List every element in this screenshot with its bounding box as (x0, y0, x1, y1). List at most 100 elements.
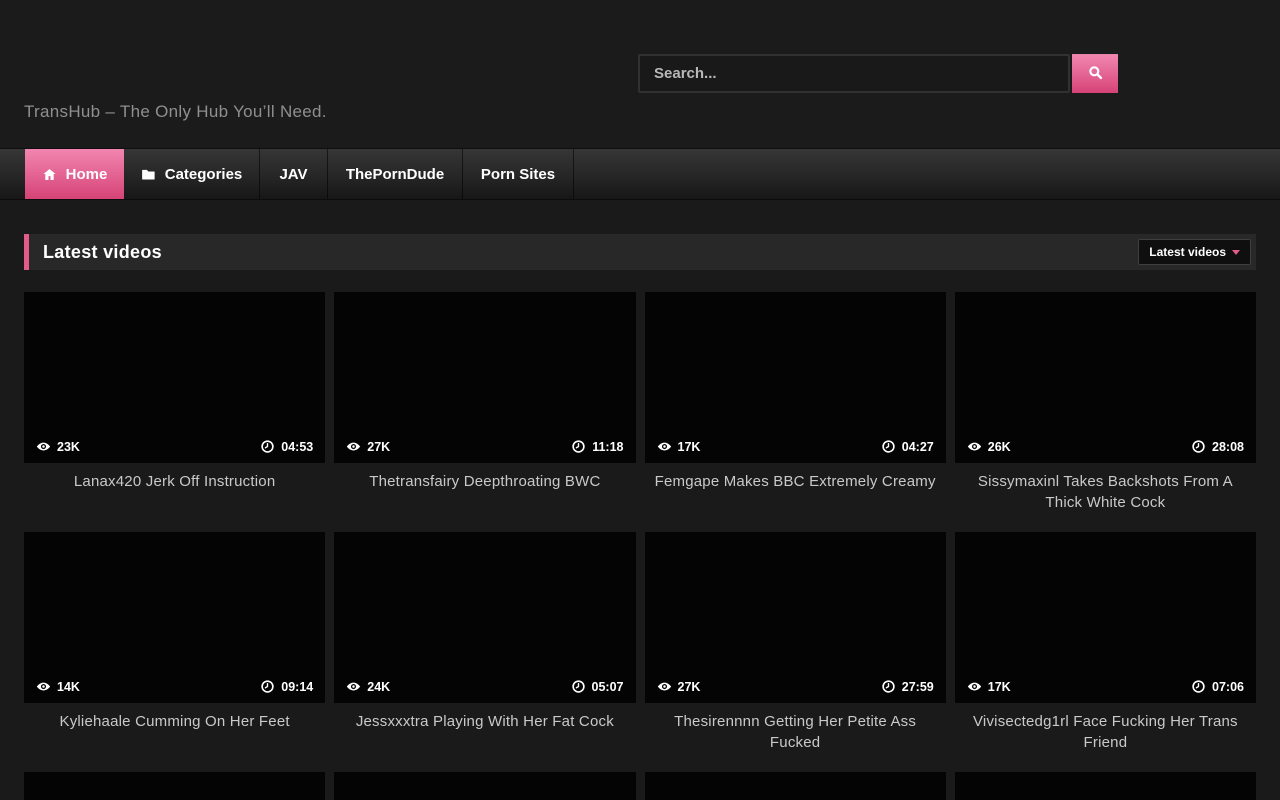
views-count: 27K (346, 439, 390, 454)
clock-icon (571, 679, 586, 694)
video-card[interactable]: 17K 07:06 Vivisectedg1rl Face Fucking Her … (955, 532, 1256, 772)
video-title[interactable]: Sissymaxinl Takes Backshots From A Thick… (955, 471, 1256, 513)
main-content: Latest videos Latest videos 23K 04:53 Lana… (24, 234, 1256, 800)
video-card-partial[interactable] (334, 772, 635, 800)
video-stats: 17K 04:27 (645, 439, 946, 463)
search-form (638, 54, 1118, 93)
video-card[interactable]: 27K 11:18 Thetransfairy Deepthroating BWC (334, 292, 635, 532)
section-header: Latest videos Latest videos (24, 234, 1256, 270)
video-title[interactable]: Jessxxxtra Playing With Her Fat Cock (334, 711, 635, 732)
views-count-value: 24K (367, 680, 390, 694)
eye-icon (346, 679, 361, 694)
eye-icon (657, 439, 672, 454)
nav-tab-theporndude[interactable]: ThePornDude (328, 149, 463, 199)
clock-icon (260, 439, 275, 454)
duration-value: 07:06 (1212, 680, 1244, 694)
search-icon (1087, 64, 1104, 84)
duration: 05:07 (571, 679, 624, 694)
views-count-value: 17K (678, 440, 701, 454)
clock-icon (571, 439, 586, 454)
video-thumbnail[interactable] (334, 772, 635, 800)
nav-tab-categories[interactable]: Categories (124, 149, 260, 199)
views-count: 23K (36, 439, 80, 454)
video-card-partial[interactable] (955, 772, 1256, 800)
video-thumbnail[interactable]: 17K 04:27 (645, 292, 946, 463)
clock-icon (260, 679, 275, 694)
nav-tab-label: ThePornDude (346, 166, 444, 183)
duration-value: 09:14 (281, 680, 313, 694)
video-card-partial[interactable] (24, 772, 325, 800)
video-card[interactable]: 27K 27:59 Thesirennnn Getting Her Petite A… (645, 532, 946, 772)
eye-icon (36, 439, 51, 454)
video-stats: 24K 05:07 (334, 679, 635, 703)
eye-icon (657, 679, 672, 694)
video-title[interactable]: Thetransfairy Deepthroating BWC (334, 471, 635, 492)
search-input[interactable] (638, 54, 1070, 93)
video-thumbnail[interactable]: 27K 11:18 (334, 292, 635, 463)
views-count-value: 14K (57, 680, 80, 694)
duration-value: 27:59 (902, 680, 934, 694)
duration: 04:53 (260, 439, 313, 454)
video-thumbnail[interactable]: 27K 27:59 (645, 532, 946, 703)
video-card[interactable]: 26K 28:08 Sissymaxinl Takes Backshots From… (955, 292, 1256, 532)
nav-tab-jav[interactable]: JAV (260, 149, 328, 199)
video-stats: 27K 11:18 (334, 439, 635, 463)
video-card[interactable]: 23K 04:53 Lanax420 Jerk Off Instruction (24, 292, 325, 532)
eye-icon (346, 439, 361, 454)
video-title[interactable]: Kyliehaale Cumming On Her Feet (24, 711, 325, 732)
video-grid: 23K 04:53 Lanax420 Jerk Off Instruction 27K… (24, 292, 1256, 800)
nav-tab-label: Categories (165, 166, 243, 183)
views-count-value: 27K (367, 440, 390, 454)
duration-value: 04:53 (281, 440, 313, 454)
clock-icon (881, 439, 896, 454)
video-card-partial[interactable] (645, 772, 946, 800)
duration-value: 04:27 (902, 440, 934, 454)
nav-tab-label: JAV (279, 166, 307, 183)
video-thumbnail[interactable]: 14K 09:14 (24, 532, 325, 703)
clock-icon (1191, 679, 1206, 694)
views-count: 26K (967, 439, 1011, 454)
section-title: Latest videos (43, 242, 162, 263)
eye-icon (967, 439, 982, 454)
duration-value: 11:18 (592, 440, 623, 454)
duration: 04:27 (881, 439, 934, 454)
video-thumbnail[interactable]: 26K 28:08 (955, 292, 1256, 463)
views-count: 17K (967, 679, 1011, 694)
video-title[interactable]: Lanax420 Jerk Off Instruction (24, 471, 325, 492)
search-button[interactable] (1072, 54, 1118, 93)
views-count: 27K (657, 679, 701, 694)
nav-tab-porn-sites[interactable]: Porn Sites (463, 149, 574, 199)
video-card[interactable]: 17K 04:27 Femgape Makes BBC Extremely Crea… (645, 292, 946, 532)
duration: 27:59 (881, 679, 934, 694)
video-title[interactable]: Vivisectedg1rl Face Fucking Her Trans Fr… (955, 711, 1256, 753)
duration: 28:08 (1191, 439, 1244, 454)
video-title[interactable]: Thesirennnn Getting Her Petite Ass Fucke… (645, 711, 946, 753)
main-nav: Home Categories JAV ThePornDude Porn Sites (0, 148, 1280, 200)
video-stats: 23K 04:53 (24, 439, 325, 463)
nav-tab-label: Home (66, 166, 108, 183)
video-thumbnail[interactable] (955, 772, 1256, 800)
video-thumbnail[interactable] (24, 772, 325, 800)
caret-down-icon (1232, 250, 1240, 255)
page: TransHub – The Only Hub You’ll Need. Hom… (0, 0, 1280, 800)
sort-dropdown-button[interactable]: Latest videos (1138, 239, 1251, 265)
video-stats: 27K 27:59 (645, 679, 946, 703)
nav-tab-label: Porn Sites (481, 166, 555, 183)
duration-value: 28:08 (1212, 440, 1244, 454)
video-card[interactable]: 14K 09:14 Kyliehaale Cumming On Her Feet (24, 532, 325, 772)
video-thumbnail[interactable]: 23K 04:53 (24, 292, 325, 463)
video-thumbnail[interactable] (645, 772, 946, 800)
video-card[interactable]: 24K 05:07 Jessxxxtra Playing With Her Fat … (334, 532, 635, 772)
clock-icon (1191, 439, 1206, 454)
views-count-value: 26K (988, 440, 1011, 454)
video-stats: 26K 28:08 (955, 439, 1256, 463)
nav-tab-home[interactable]: Home (25, 149, 124, 199)
views-count-value: 17K (988, 680, 1011, 694)
video-stats: 14K 09:14 (24, 679, 325, 703)
folder-icon (141, 167, 156, 182)
video-thumbnail[interactable]: 24K 05:07 (334, 532, 635, 703)
video-thumbnail[interactable]: 17K 07:06 (955, 532, 1256, 703)
video-title[interactable]: Femgape Makes BBC Extremely Creamy (645, 471, 946, 492)
duration-value: 05:07 (592, 680, 624, 694)
eye-icon (36, 679, 51, 694)
